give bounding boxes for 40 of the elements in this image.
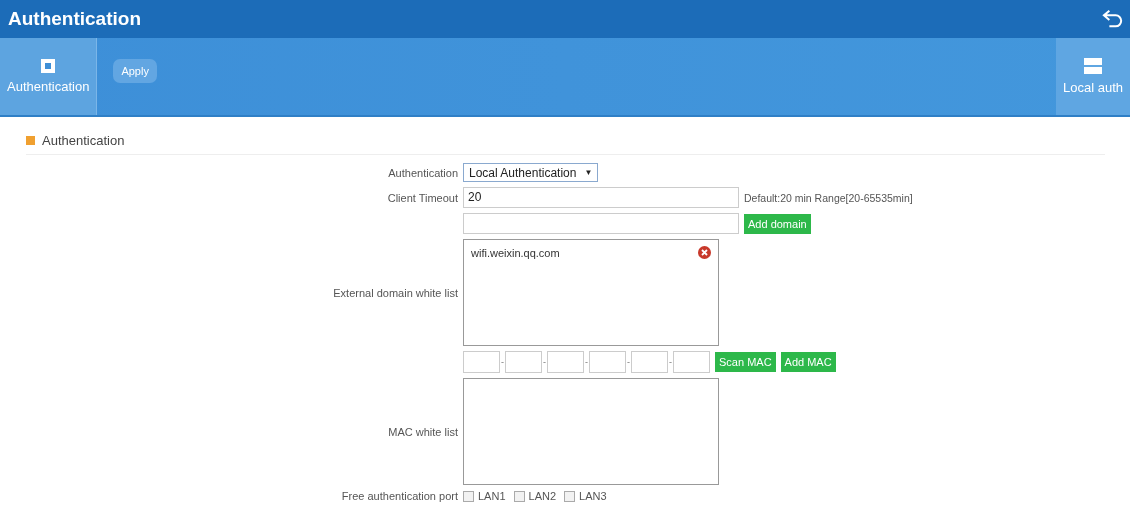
checkbox[interactable] xyxy=(463,490,474,502)
square-bullet-icon xyxy=(26,136,35,145)
mac-separator: - xyxy=(627,357,630,367)
back-arrow-icon[interactable] xyxy=(1102,9,1124,29)
section-title: Authentication xyxy=(42,133,125,148)
field-label: Free authentication port xyxy=(340,490,458,502)
apply-button[interactable]: Apply xyxy=(113,58,157,83)
layout-icon xyxy=(1084,58,1102,74)
field-label: Authentication xyxy=(387,166,458,179)
add-domain-button[interactable]: Add domain xyxy=(744,213,811,234)
auth-dropdown[interactable]: Local Authentication ▼ xyxy=(463,163,599,182)
field-label: Client Timeout xyxy=(386,191,458,204)
toolbar-tab[interactable]: Authentication xyxy=(0,38,98,115)
domain-entry: wifi.weixin.qq.com xyxy=(471,246,560,259)
field-label: External domain white list xyxy=(332,286,458,299)
mac-octet-field[interactable] xyxy=(505,351,542,373)
mac-separator: - xyxy=(543,357,546,367)
square-icon xyxy=(41,59,56,73)
checkbox-label: LAN1 xyxy=(478,490,506,502)
mac-octet-field[interactable] xyxy=(589,351,626,373)
scan-mac-button[interactable]: Scan MAC xyxy=(715,352,776,372)
mac-octet-field[interactable] xyxy=(463,351,500,373)
mac-octet-field[interactable] xyxy=(673,351,710,373)
mac-separator: - xyxy=(669,357,672,367)
remove-icon[interactable] xyxy=(698,246,711,259)
checkbox-label: LAN2 xyxy=(528,490,557,502)
domain-field[interactable] xyxy=(463,213,739,234)
toolbar-tab[interactable]: Local auth xyxy=(1056,38,1130,115)
checkbox-label: LAN3 xyxy=(579,490,607,502)
mac-octet-field[interactable] xyxy=(547,351,584,373)
field-label: MAC white list xyxy=(387,425,458,438)
add-mac-button[interactable]: Add MAC xyxy=(780,352,836,372)
mac-separator: - xyxy=(585,357,588,367)
timeout-field[interactable]: 20 xyxy=(463,187,739,208)
checkbox[interactable] xyxy=(564,490,576,502)
mac-separator: - xyxy=(501,357,504,367)
mac-octet-field[interactable] xyxy=(631,351,668,373)
hint-text: Default:20 min Range[20-65535min] xyxy=(744,191,913,204)
checkbox[interactable] xyxy=(513,490,525,502)
page-title: Authentication xyxy=(8,8,141,30)
